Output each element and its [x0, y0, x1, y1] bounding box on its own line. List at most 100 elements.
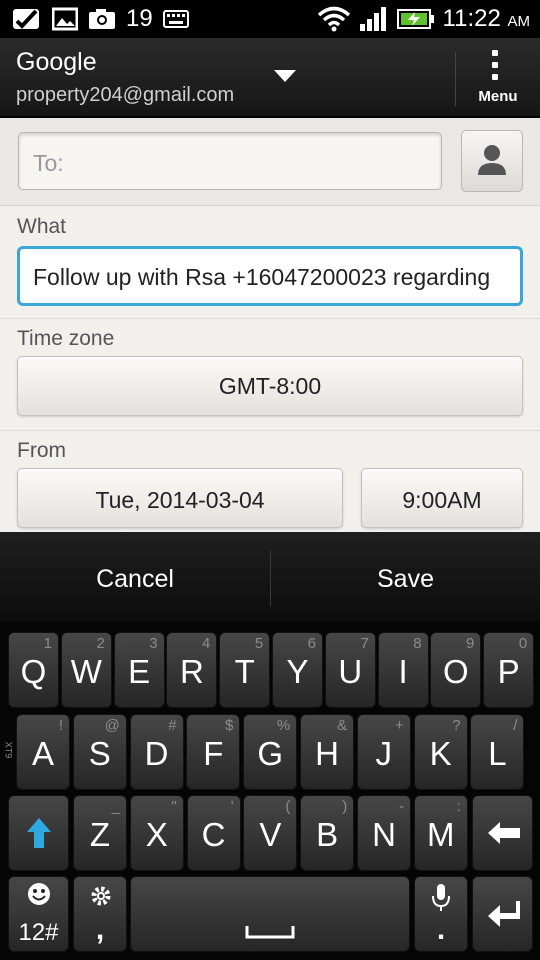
symbols-label: 12# [18, 919, 59, 946]
key-alt-label: $ [225, 717, 234, 734]
key-label: E [128, 653, 151, 690]
key-label: J [375, 735, 393, 772]
key-label: M [427, 816, 455, 853]
key-w[interactable]: 2W [60, 632, 112, 708]
app-header: Google property204@gmail.com Menu [0, 38, 540, 118]
key-label: P [497, 653, 520, 690]
key-r[interactable]: 4R [166, 632, 218, 708]
what-label: What [17, 215, 67, 238]
key-i[interactable]: 8I [377, 632, 429, 708]
key-alt-label: _ [111, 798, 120, 815]
from-time-button[interactable]: 9:00AM [361, 468, 523, 528]
shift-key[interactable] [8, 795, 69, 871]
key-alt-label: 6 [307, 635, 316, 652]
key-alt-label: 1 [43, 635, 52, 652]
key-label: F [203, 735, 224, 772]
key-label: Y [286, 653, 309, 690]
key-z[interactable]: _ Z [73, 795, 127, 871]
key-alt-label: + [395, 717, 404, 734]
key-label: T [234, 653, 255, 690]
key-alt-label: 4 [202, 635, 211, 652]
space-key[interactable] [130, 876, 410, 952]
key-label: W [70, 653, 102, 690]
gear-icon [91, 886, 111, 906]
key-s[interactable]: @ S [72, 714, 127, 790]
person-icon [478, 145, 506, 175]
from-label: From [17, 439, 66, 462]
key-label: C [201, 816, 226, 853]
battery-charging-icon [396, 9, 434, 29]
menu-button[interactable]: Menu [456, 38, 540, 118]
key-alt-label: 2 [96, 635, 105, 652]
key-alt-label: 3 [149, 635, 158, 652]
backspace-icon [488, 822, 520, 844]
signal-icon [359, 7, 386, 31]
key-e[interactable]: 3E [113, 632, 165, 708]
key-label: K [429, 735, 452, 772]
key-label: A [31, 735, 54, 772]
notification-count: 19 [126, 5, 153, 32]
key-g[interactable]: % G [243, 714, 298, 790]
symbols-key[interactable]: 12# [8, 876, 69, 952]
contact-picker-button[interactable] [461, 130, 523, 192]
key-b[interactable]: ) B [300, 795, 355, 871]
from-date-button[interactable]: Tue, 2014-03-04 [17, 468, 343, 528]
key-d[interactable]: # D [129, 714, 184, 790]
key-c[interactable]: ' C [186, 795, 241, 871]
key-j[interactable]: + J [356, 714, 411, 790]
account-name[interactable]: Google [16, 48, 97, 77]
backspace-key[interactable] [472, 795, 533, 871]
key-a[interactable]: ! A [16, 714, 70, 790]
shift-arrow-icon [27, 818, 51, 848]
key-alt-label: % [276, 717, 291, 734]
key-x[interactable]: " X [129, 795, 184, 871]
divider [0, 430, 540, 431]
key-label: G [257, 735, 284, 772]
key-label: R [179, 653, 204, 690]
key-label: H [315, 735, 339, 772]
divider [0, 318, 540, 319]
key-label: Z [89, 816, 111, 853]
key-l[interactable]: / L [470, 714, 525, 790]
chevron-down-icon[interactable] [274, 70, 296, 82]
key-k[interactable]: ? K [413, 714, 468, 790]
account-email[interactable]: property204@gmail.com [16, 84, 234, 107]
gallery-icon [52, 7, 78, 31]
key-alt-label: @ [104, 717, 120, 734]
menu-label: Menu [478, 88, 518, 105]
key-o[interactable]: 9O [430, 632, 482, 708]
checklist-icon [13, 9, 39, 29]
to-row: To: [0, 118, 540, 206]
enter-key[interactable] [472, 876, 533, 952]
key-h[interactable]: & H [300, 714, 354, 790]
key-alt-label: 0 [518, 635, 528, 652]
key-f[interactable]: $ F [186, 714, 241, 790]
action-bar: Cancel Save [0, 532, 540, 622]
key-t[interactable]: 5T [219, 632, 271, 708]
timezone-button[interactable]: GMT-8:00 [17, 356, 523, 416]
key-q[interactable]: 1Q [8, 632, 59, 708]
key-n[interactable]: -N [357, 795, 411, 871]
soft-keyboard: 1 Q 2 W 3 E 4 R 5 T 6 Y 7 U 8 I 9 O 0 P! A @ S # D $ F% G & H + J? K / L _ Z… [0, 622, 540, 960]
key-alt-label: - [399, 798, 404, 815]
key-y[interactable]: 6Y [272, 632, 323, 708]
to-input[interactable]: To: [18, 132, 442, 190]
enter-icon [488, 901, 520, 927]
comma-label: , [95, 913, 105, 946]
cancel-button[interactable]: Cancel [0, 532, 270, 622]
voice-period-key[interactable]: . [414, 876, 468, 952]
microphone-icon [432, 884, 450, 911]
key-label: L [488, 735, 507, 772]
save-button[interactable]: Save [271, 532, 540, 622]
settings-comma-key[interactable]: , [73, 876, 127, 952]
key-alt-label: # [168, 717, 177, 734]
what-input[interactable]: Follow up with Rsa +16047200023 regardin… [17, 246, 523, 306]
period-label: . [436, 913, 446, 946]
key-alt-label: / [513, 717, 518, 734]
key-v[interactable]: (V [243, 795, 298, 871]
key-p[interactable]: 0P [483, 632, 535, 708]
key-alt-label: : [456, 798, 461, 815]
key-u[interactable]: 7U [324, 632, 376, 708]
key-m[interactable]: :M [413, 795, 468, 871]
key-label: B [316, 816, 339, 853]
